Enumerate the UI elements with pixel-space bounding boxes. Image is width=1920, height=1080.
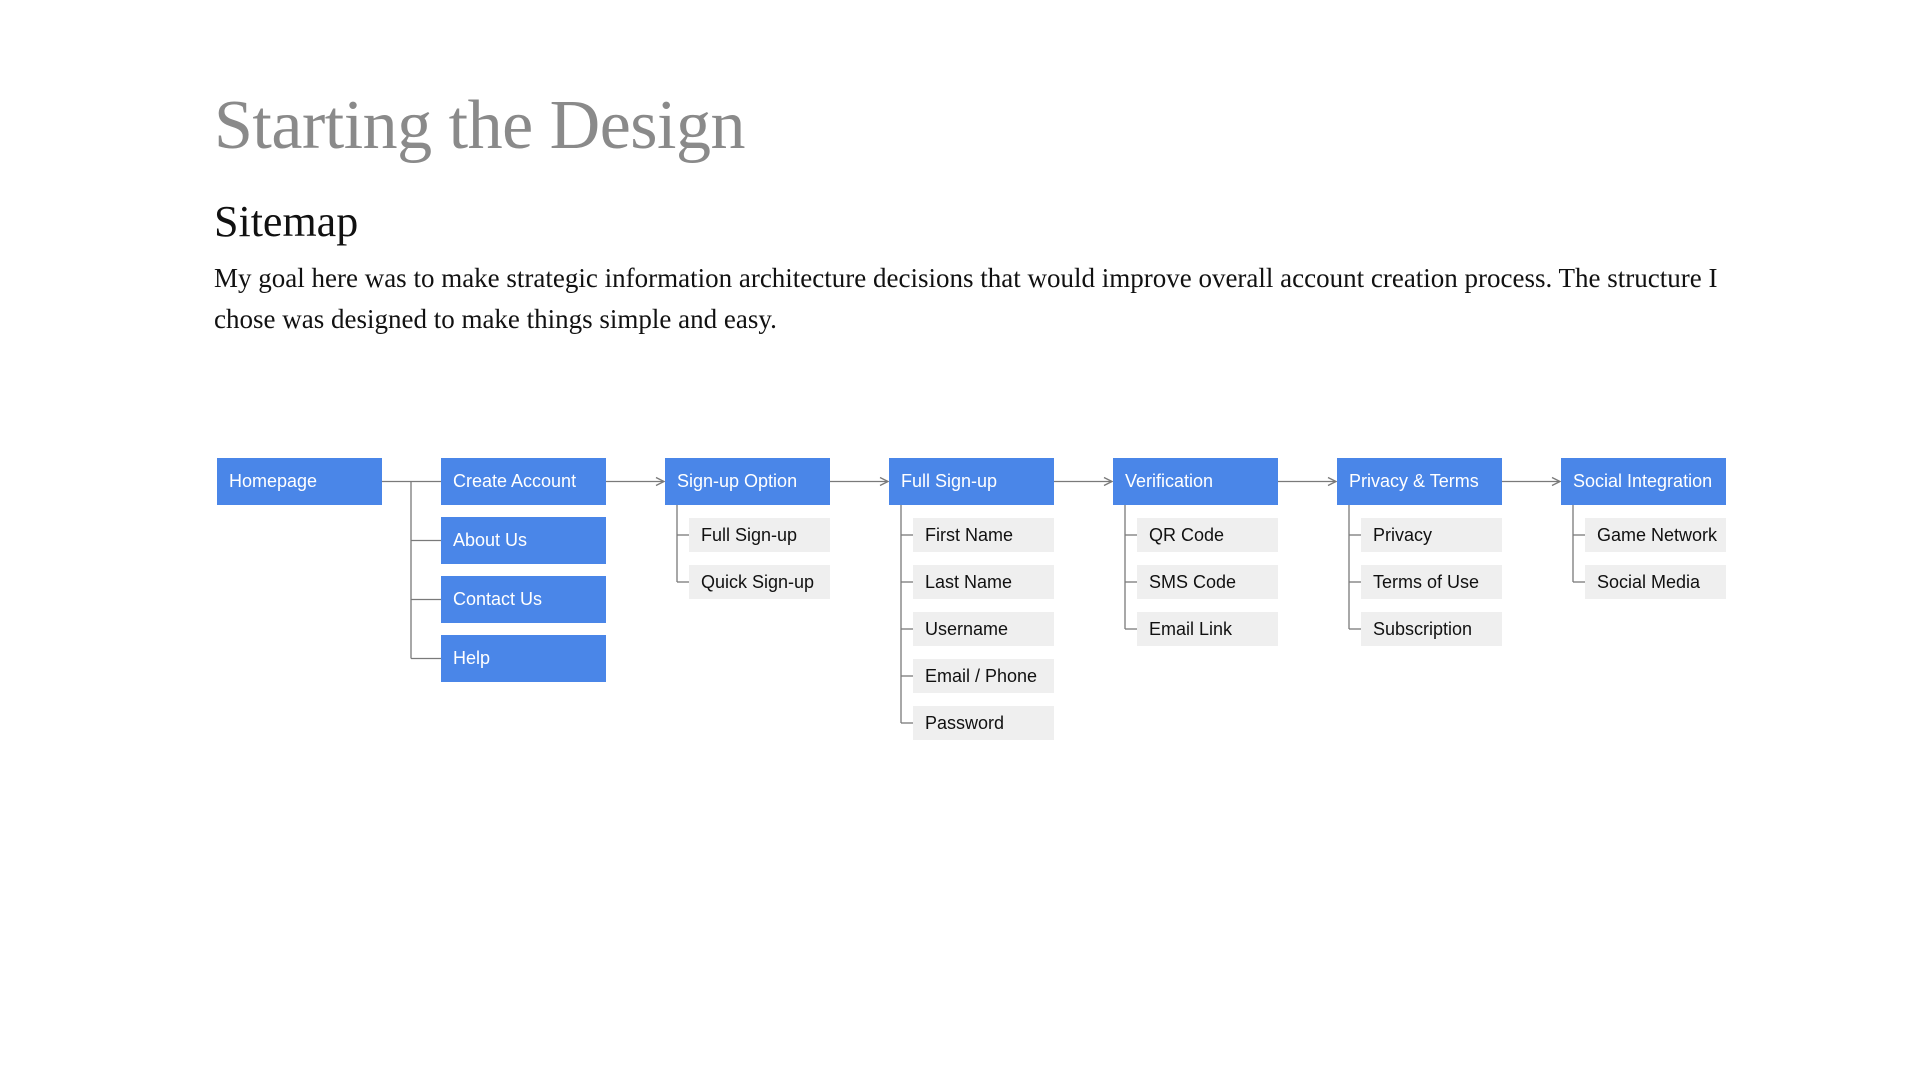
subnode-verification-sms-code: SMS Code	[1137, 565, 1278, 599]
subnode-privacy-and-terms-subscription: Subscription	[1361, 612, 1502, 646]
node-create-account: Create Account	[441, 458, 606, 505]
subnode-full-sign-up-username: Username	[913, 612, 1054, 646]
node-full-sign-up: Full Sign-up	[889, 458, 1054, 505]
subnode-full-sign-up-password: Password	[913, 706, 1054, 740]
node-help: Help	[441, 635, 606, 682]
sitemap-diagram: Homepage Create Account About Us Contact Us…	[0, 0, 1920, 1080]
node-homepage: Homepage	[217, 458, 382, 505]
node-social-integration: Social Integration	[1561, 458, 1726, 505]
subnode-sign-up-option-full-sign-up: Full Sign-up	[689, 518, 830, 552]
node-contact-us: Contact Us	[441, 576, 606, 623]
subnode-social-integration-social-media: Social Media	[1585, 565, 1726, 599]
subnode-full-sign-up-first-name: First Name	[913, 518, 1054, 552]
subnode-sign-up-option-quick-sign-up: Quick Sign-up	[689, 565, 830, 599]
node-verification: Verification	[1113, 458, 1278, 505]
subnode-verification-qr-code: QR Code	[1137, 518, 1278, 552]
node-about-us: About Us	[441, 517, 606, 564]
subnode-privacy-and-terms-privacy: Privacy	[1361, 518, 1502, 552]
subnode-social-integration-game-network: Game Network	[1585, 518, 1726, 552]
subnode-full-sign-up-last-name: Last Name	[913, 565, 1054, 599]
node-sign-up-option: Sign-up Option	[665, 458, 830, 505]
subnode-full-sign-up-email-phone: Email / Phone	[913, 659, 1054, 693]
subnode-verification-email-link: Email Link	[1137, 612, 1278, 646]
subnode-privacy-and-terms-terms-of-use: Terms of Use	[1361, 565, 1502, 599]
node-privacy-and-terms: Privacy & Terms	[1337, 458, 1502, 505]
